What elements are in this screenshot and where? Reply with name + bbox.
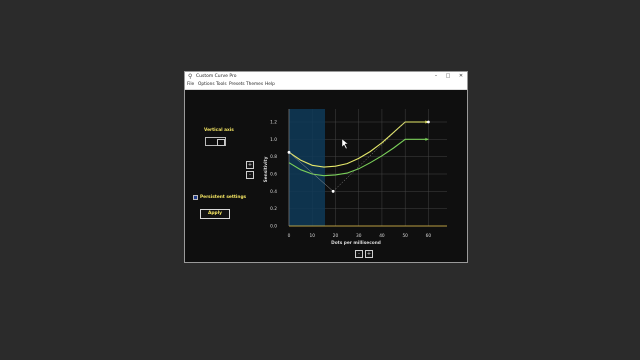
menu-bar: File Options Tools Presets Themes Help <box>185 81 467 90</box>
maximize-icon[interactable]: □ <box>443 72 453 81</box>
title-bar: ⚲ Custom Curve Pro – □ ✕ <box>185 72 467 81</box>
lightbulb-icon: ⚲ <box>188 73 193 80</box>
menu-file[interactable]: File <box>187 81 194 89</box>
vertical-axis-selector[interactable] <box>205 137 226 146</box>
app-window: ⚲ Custom Curve Pro – □ ✕ File Options To… <box>184 71 468 263</box>
zoom-out-button[interactable]: - <box>355 250 363 258</box>
increase-button[interactable]: + <box>246 161 254 169</box>
menu-tools[interactable]: Tools <box>216 81 227 89</box>
minimize-icon[interactable]: – <box>431 72 441 81</box>
zoom-in-button[interactable]: + <box>365 250 373 258</box>
close-icon[interactable]: ✕ <box>456 72 466 81</box>
apply-button[interactable]: Apply <box>200 209 230 219</box>
window-title: Custom Curve Pro <box>196 74 237 79</box>
persistent-settings-checkbox[interactable] <box>193 195 198 200</box>
persistent-settings-label: Persistent settings <box>200 195 247 200</box>
menu-themes[interactable]: Themes <box>246 81 263 89</box>
menu-options[interactable]: Options <box>198 81 215 89</box>
menu-help[interactable]: Help <box>265 81 275 89</box>
menu-presets[interactable]: Presets <box>229 81 245 89</box>
vertical-axis-toggle[interactable] <box>217 139 225 146</box>
vertical-axis-label: Vertical axis <box>204 128 234 133</box>
decrease-button[interactable]: - <box>246 171 254 179</box>
